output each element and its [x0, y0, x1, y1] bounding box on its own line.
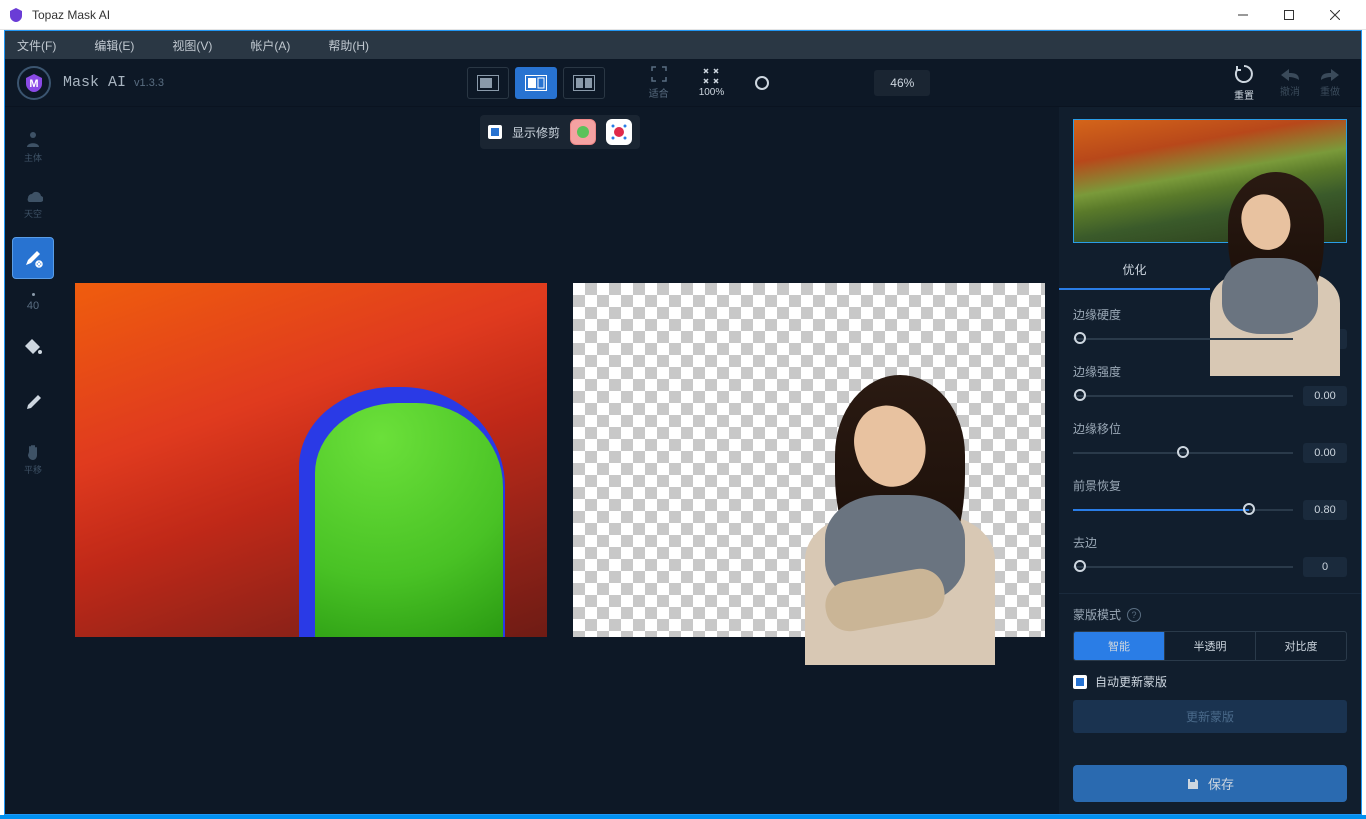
taskbar-edge — [0, 815, 1366, 819]
view-side-button[interactable] — [563, 67, 605, 99]
menu-help[interactable]: 帮助(H) — [328, 37, 369, 54]
slider-track[interactable] — [1073, 509, 1293, 511]
slider-track[interactable] — [1073, 395, 1293, 397]
mask-preview-pane[interactable] — [75, 283, 547, 637]
undo-button[interactable]: 撤消 — [1279, 67, 1301, 98]
help-icon[interactable]: ? — [1127, 608, 1141, 622]
zoom-indicator[interactable] — [742, 75, 782, 91]
show-trim-label: 显示修剪 — [512, 124, 560, 141]
app-logo: M — [17, 66, 51, 100]
close-button[interactable] — [1312, 0, 1358, 30]
slider-track[interactable] — [1073, 566, 1293, 568]
left-toolbar: 主体 天空 40 平移 — [5, 107, 61, 814]
tool-hand[interactable]: 平移 — [12, 438, 54, 480]
mode-smart-button[interactable]: 智能 — [1074, 632, 1164, 660]
app-name: Mask AI — [63, 74, 126, 91]
tool-fill[interactable] — [12, 326, 54, 368]
view-split-button[interactable] — [515, 67, 557, 99]
tool-sky[interactable]: 天空 — [12, 181, 54, 223]
menu-edit[interactable]: 编辑(E) — [94, 37, 134, 54]
reset-label: 重置 — [1234, 87, 1254, 102]
mode-semi-button[interactable]: 半透明 — [1164, 632, 1255, 660]
zoom-100-button[interactable]: 100% — [687, 67, 737, 98]
show-trim-checkbox[interactable] — [488, 125, 502, 139]
slider-track[interactable] — [1073, 338, 1293, 340]
mask-mode-header: 蒙版模式 ? — [1073, 606, 1347, 623]
slider-track[interactable] — [1073, 452, 1293, 454]
app-version: v1.3.3 — [134, 77, 164, 89]
minimize-button[interactable] — [1220, 0, 1266, 30]
result-preview-pane[interactable] — [573, 283, 1045, 637]
redo-button[interactable]: 重做 — [1319, 67, 1341, 98]
reset-button[interactable]: 重置 — [1233, 63, 1255, 102]
tool-subject[interactable]: 主体 — [12, 125, 54, 167]
app-frame: 文件(F) 编辑(E) 视图(V) 帐户(A) 帮助(H) M Mask AI … — [4, 30, 1362, 815]
window-titlebar: Topaz Mask AI — [0, 0, 1366, 30]
slider-defringe: 去边 0 — [1073, 534, 1347, 577]
topbar: M Mask AI v1.3.3 适合 100% — [5, 59, 1361, 107]
maximize-button[interactable] — [1266, 0, 1312, 30]
save-button[interactable]: 保存 — [1073, 765, 1347, 802]
fit-button[interactable]: 适合 — [637, 65, 681, 100]
menu-account[interactable]: 帐户(A) — [250, 37, 290, 54]
trim-options-bar: 显示修剪 — [480, 115, 640, 149]
menubar: 文件(F) 编辑(E) 视图(V) 帐户(A) 帮助(H) — [5, 31, 1361, 59]
app-icon-small — [8, 7, 24, 23]
mode-contrast-button[interactable]: 对比度 — [1255, 632, 1346, 660]
fit-label: 适合 — [649, 85, 669, 100]
update-mask-button[interactable]: 更新蒙版 — [1073, 700, 1347, 733]
slider-foreground-recovery: 前景恢复 0.80 — [1073, 477, 1347, 520]
window-title: Topaz Mask AI — [32, 8, 1220, 22]
tab-optimize[interactable]: 优化 — [1059, 251, 1210, 290]
menu-view[interactable]: 视图(V) — [172, 37, 212, 54]
zoom-value[interactable]: 46% — [874, 70, 930, 96]
tool-brush[interactable] — [12, 237, 54, 279]
original-preview[interactable] — [1073, 119, 1347, 243]
auto-update-checkbox[interactable] — [1073, 675, 1087, 689]
brush-size-display[interactable]: 40 — [27, 293, 39, 312]
mask-mode-buttons: 智能 半透明 对比度 — [1073, 631, 1347, 661]
canvas-area[interactable]: 显示修剪 — [61, 107, 1059, 814]
zoom-100-label: 100% — [699, 87, 725, 98]
tool-eyedropper[interactable] — [12, 382, 54, 424]
view-single-button[interactable] — [467, 67, 509, 99]
svg-text:M: M — [29, 78, 38, 90]
save-icon — [1186, 777, 1200, 791]
right-panel: 优化 背景 边缘硬度 0.00 边缘强度 0.00 — [1059, 107, 1361, 814]
auto-update-label: 自动更新蒙版 — [1095, 673, 1167, 690]
menu-file[interactable]: 文件(F) — [17, 37, 56, 54]
trim-color-chip-2[interactable] — [606, 119, 632, 145]
trim-color-chip-1[interactable] — [570, 119, 596, 145]
